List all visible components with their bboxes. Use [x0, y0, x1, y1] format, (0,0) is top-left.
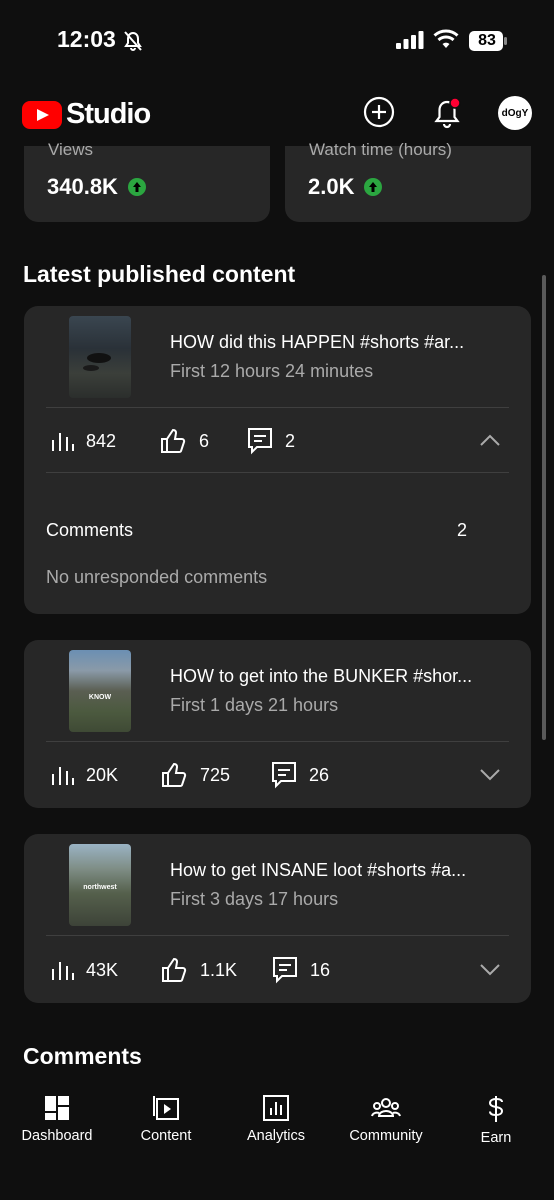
nav-earn[interactable]: Earn [441, 1094, 551, 1146]
battery-icon: 83 [468, 30, 507, 52]
thumbs-up-icon [161, 428, 186, 453]
create-button[interactable] [363, 96, 395, 133]
nav-dashboard[interactable]: Dashboard [2, 1094, 112, 1144]
scrollbar[interactable] [542, 275, 546, 740]
likes-count: 1.1K [200, 959, 238, 980]
comments-count: 2 [285, 430, 296, 451]
expand-button[interactable] [479, 768, 501, 787]
analytics-bars-icon [52, 962, 74, 980]
thumbs-up-icon [162, 957, 187, 982]
comments-count: 26 [309, 764, 330, 785]
status-bar: 12:03 83 [0, 0, 554, 84]
chevron-down-icon [480, 769, 500, 781]
nav-label: Content [140, 1128, 192, 1144]
nav-label: Community [349, 1128, 423, 1144]
latest-content-title: Latest published content [23, 261, 296, 287]
video-age: First 3 days 17 hours [170, 889, 339, 909]
watch-time-card[interactable]: Watch time (hours) 2.0K [285, 140, 531, 222]
video-title[interactable]: How to get INSANE loot #shorts #a... [170, 860, 510, 881]
thumbs-up-icon [162, 762, 187, 787]
views-value: 340.8K [47, 174, 118, 199]
comments-metric: 2 [247, 427, 295, 455]
arrow-up-icon [127, 178, 146, 196]
views-count: 20K [86, 764, 119, 785]
chevron-down-icon [480, 964, 500, 976]
comments-status: No unresponded comments [46, 567, 268, 587]
views-count: 842 [86, 430, 117, 451]
thumbnail-text: KNOW [88, 694, 112, 701]
status-time: 12:03 [57, 26, 116, 52]
avatar[interactable]: dOgY [498, 96, 532, 130]
comments-section-title: Comments [23, 1043, 142, 1069]
watch-time-label: Watch time (hours) [309, 140, 452, 159]
video-title[interactable]: HOW to get into the BUNKER #shor... [170, 666, 510, 687]
silent-mode-icon [122, 30, 144, 57]
video-card[interactable]: northwest How to get INSANE loot #shorts… [24, 834, 531, 1003]
analytics-icon [263, 1095, 289, 1121]
likes-count: 6 [199, 430, 210, 451]
notifications-button[interactable] [432, 96, 464, 135]
views-label: Views [48, 140, 94, 159]
video-card[interactable]: KNOW HOW to get into the BUNKER #shor...… [24, 640, 531, 808]
views-count: 43K [86, 959, 119, 980]
content-icon [153, 1096, 179, 1120]
arrow-up-icon [364, 178, 383, 196]
video-age: First 12 hours 24 minutes [170, 361, 374, 381]
comments-metric: 16 [272, 956, 330, 984]
thumbnail-text: northwest [83, 884, 117, 891]
youtube-studio-logo[interactable]: Studio [22, 98, 151, 131]
nav-analytics[interactable]: Analytics [221, 1094, 331, 1144]
bell-icon [434, 97, 461, 129]
comment-icon [272, 762, 296, 789]
video-title[interactable]: HOW did this HAPPEN #shorts #ar... [170, 332, 510, 353]
likes-count: 725 [200, 764, 231, 785]
nav-label: Earn [480, 1130, 512, 1146]
collapse-button[interactable] [479, 433, 501, 452]
dollar-icon [488, 1096, 504, 1122]
likes-metric: 1.1K [160, 956, 237, 984]
views-value-row: 340.8K [47, 174, 146, 200]
likes-metric: 725 [160, 761, 230, 789]
video-thumbnail[interactable]: KNOW [69, 650, 131, 732]
app-name: Studio [66, 98, 151, 130]
bottom-nav: Dashboard Content Analytics Community Ea… [0, 1084, 554, 1200]
divider [46, 407, 509, 408]
app-header: Studio dOgY [0, 84, 554, 146]
video-age: First 1 days 21 hours [170, 695, 339, 715]
comments-count: 16 [310, 959, 331, 980]
video-thumbnail[interactable] [69, 316, 131, 398]
watch-time-value-row: 2.0K [308, 174, 383, 200]
likes-metric: 6 [159, 427, 209, 455]
analytics-bars-icon [52, 767, 74, 785]
comment-icon [248, 428, 272, 455]
comment-icon [273, 957, 297, 984]
video-thumbnail[interactable]: northwest [69, 844, 131, 926]
views-metric: 20K [50, 763, 118, 787]
divider [46, 935, 509, 936]
nav-community[interactable]: Community [331, 1094, 441, 1144]
views-card[interactable]: Views 340.8K [24, 140, 270, 222]
signal-icon [396, 31, 424, 54]
video-card[interactable]: HOW did this HAPPEN #shorts #ar... First… [24, 306, 531, 614]
nav-label: Dashboard [21, 1128, 93, 1144]
chevron-up-icon [480, 434, 500, 446]
comments-metric: 26 [271, 761, 329, 789]
analytics-bars-icon [52, 433, 74, 451]
plus-circle-icon [363, 96, 395, 128]
divider [46, 472, 509, 473]
views-metric: 842 [50, 429, 116, 453]
youtube-logo-icon [22, 100, 62, 129]
battery-level: 83 [478, 32, 496, 49]
comments-row-label[interactable]: Comments [46, 520, 133, 541]
views-metric: 43K [50, 958, 118, 982]
divider [46, 741, 509, 742]
wifi-icon [433, 29, 459, 54]
nav-label: Analytics [246, 1128, 306, 1144]
nav-content[interactable]: Content [111, 1094, 221, 1144]
expand-button[interactable] [479, 963, 501, 982]
dashboard-icon [45, 1096, 69, 1120]
comments-row-count: 2 [457, 520, 468, 540]
watch-time-value: 2.0K [308, 174, 355, 199]
community-icon [371, 1098, 401, 1117]
